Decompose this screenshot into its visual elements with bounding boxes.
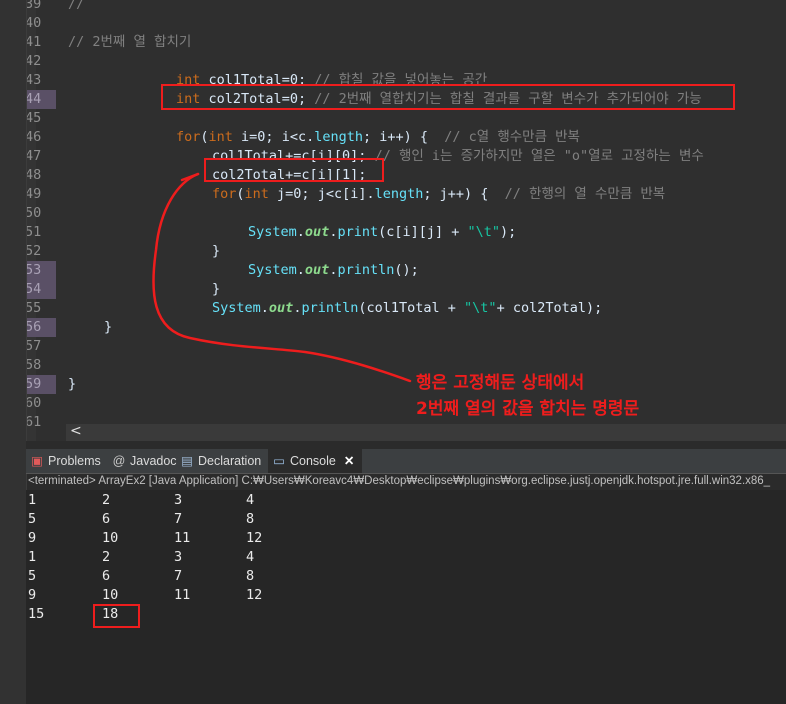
annotation-line-2: 2번째 열의 값을 합치는 명령문 xyxy=(416,399,640,419)
annotation-line-1: 행은 고정해둔 상태에서 xyxy=(416,373,585,393)
highlight-box-result-18 xyxy=(93,604,140,628)
highlight-box-col2total-decl xyxy=(161,84,735,110)
arrow-curve xyxy=(152,172,412,383)
highlight-box-col2total-sum xyxy=(204,158,384,182)
annotation-text: 행은 고정해둔 상태에서 2번째 열의 값을 합치는 명령문 xyxy=(416,370,639,422)
